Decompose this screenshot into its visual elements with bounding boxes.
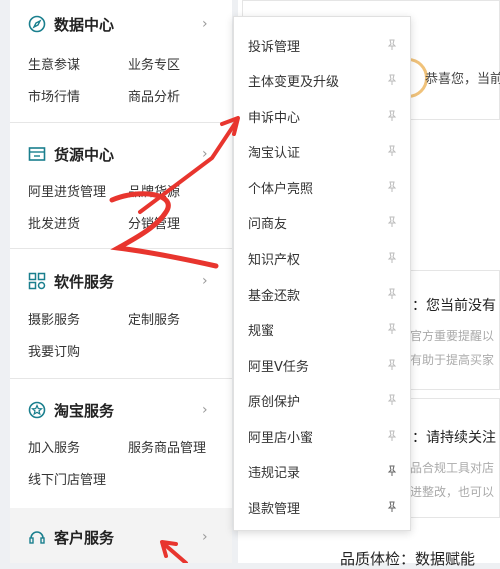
- menu-item-label: 申诉中心: [248, 110, 301, 126]
- pin-icon[interactable]: [386, 110, 398, 122]
- section-title: 软件服务: [54, 272, 115, 291]
- menu-item-original-protection[interactable]: 原创保护: [248, 388, 398, 412]
- link-fenxiao-guanli[interactable]: 分销管理: [128, 213, 180, 232]
- menu-item-appeal-center[interactable]: 申诉中心: [248, 104, 398, 128]
- menu-item-label: 原创保护: [248, 394, 301, 410]
- section-title: 数据中心: [54, 15, 115, 34]
- supply-box-icon: [28, 147, 46, 161]
- notice-text: 有助于提高买家: [410, 353, 495, 367]
- pin-icon[interactable]: [386, 181, 398, 193]
- menu-item-refund-management[interactable]: 退款管理: [248, 495, 398, 519]
- notice-text: 进整改，也可以: [410, 485, 495, 499]
- link-xianxia-mendian-guanli[interactable]: 线下门店管理: [28, 469, 106, 488]
- chevron-right-icon[interactable]: ›: [202, 146, 208, 162]
- menu-item-ask-merchants[interactable]: 问商友: [248, 210, 398, 234]
- grid-apps-icon: [28, 272, 46, 290]
- menu-item-label: 问商友: [248, 216, 288, 232]
- sidebar: 数据中心 › 生意参谋 业务专区 市场行情 商品分析 货源中心 › 阿里进货管理…: [10, 0, 232, 563]
- menu-item-guimi[interactable]: 规蜜: [248, 317, 398, 341]
- pin-icon[interactable]: [386, 145, 398, 157]
- notice-text: 官方重要提醒以: [410, 329, 495, 343]
- chevron-right-icon[interactable]: ›: [202, 16, 208, 32]
- pin-icon[interactable]: [386, 74, 398, 86]
- link-shangpin-fenxi[interactable]: 商品分析: [128, 86, 180, 105]
- menu-item-label: 投诉管理: [248, 39, 301, 55]
- welcome-text: 恭喜您，当前: [425, 72, 500, 87]
- link-shichang-hangqing[interactable]: 市场行情: [28, 86, 80, 105]
- notice-title: ：请持续关注: [412, 430, 496, 446]
- service-dropdown-menu: 投诉管理 主体变更及升级 申诉中心 淘宝认证 个体户亮照 问商友 知识产权 基金…: [233, 16, 411, 531]
- menu-item-label: 规蜜: [248, 323, 275, 339]
- section-title: 客户服务: [54, 528, 115, 547]
- menu-item-ali-xiaomi[interactable]: 阿里店小蜜: [248, 424, 398, 448]
- section-data-center[interactable]: 数据中心: [28, 12, 114, 36]
- pin-icon[interactable]: [386, 216, 398, 228]
- menu-item-label: 主体变更及升级: [248, 74, 340, 90]
- menu-item-label: 退款管理: [248, 501, 301, 517]
- menu-item-label: 个体户亮照: [248, 181, 314, 197]
- notice-text: 品合规工具对店: [410, 461, 495, 475]
- pin-icon[interactable]: [386, 288, 398, 300]
- link-shengyi-canmou[interactable]: 生意参谋: [28, 54, 80, 73]
- chevron-right-icon[interactable]: ›: [202, 402, 208, 418]
- notice-title: ：您当前没有: [412, 298, 496, 314]
- pin-icon[interactable]: [386, 501, 398, 513]
- menu-item-license-display[interactable]: 个体户亮照: [248, 175, 398, 199]
- chevron-right-icon[interactable]: ›: [202, 273, 208, 289]
- pin-icon[interactable]: [386, 465, 398, 477]
- pin-icon[interactable]: [386, 252, 398, 264]
- section-taobao-services[interactable]: 淘宝服务: [28, 398, 114, 422]
- menu-item-entity-change[interactable]: 主体变更及升级: [248, 68, 398, 92]
- link-fuwu-shangpin-guanli[interactable]: 服务商品管理: [128, 437, 206, 456]
- section-supply-center[interactable]: 货源中心: [28, 142, 114, 166]
- headset-icon: [29, 531, 45, 544]
- section-title: 货源中心: [54, 145, 115, 164]
- pin-icon[interactable]: [386, 323, 398, 335]
- menu-item-violation-record[interactable]: 违规记录: [248, 459, 398, 483]
- menu-item-label: 阿里店小蜜: [248, 430, 314, 446]
- menu-item-taobao-certification[interactable]: 淘宝认证: [248, 139, 398, 163]
- menu-item-ali-v-task[interactable]: 阿里V任务: [248, 353, 398, 377]
- link-pinpai-huoyuan[interactable]: 品牌货源: [128, 181, 180, 200]
- menu-item-label: 阿里V任务: [248, 359, 309, 375]
- menu-item-intellectual-property[interactable]: 知识产权: [248, 246, 398, 270]
- link-woyao-dinggou[interactable]: 我要订购: [28, 341, 80, 360]
- divider: [10, 378, 232, 379]
- link-dingzhi-fuwu[interactable]: 定制服务: [128, 309, 180, 328]
- divider: [10, 248, 232, 249]
- chevron-right-icon[interactable]: ›: [202, 529, 208, 545]
- section-title: 淘宝服务: [54, 401, 115, 420]
- section-software-services[interactable]: 软件服务: [28, 269, 114, 293]
- pin-icon[interactable]: [386, 430, 398, 442]
- menu-item-label: 知识产权: [248, 252, 301, 268]
- link-yewu-zhuanqu[interactable]: 业务专区: [128, 54, 180, 73]
- menu-item-fund-repayment[interactable]: 基金还款: [248, 282, 398, 306]
- link-jiaru-fuwu[interactable]: 加入服务: [28, 437, 80, 456]
- menu-item-label: 基金还款: [248, 288, 301, 304]
- section-customer-service[interactable]: 客户服务: [28, 525, 114, 549]
- quality-check-title: 品质体检：数据赋能: [340, 550, 476, 568]
- star-badge-icon: [28, 401, 46, 419]
- data-compass-icon: [28, 15, 46, 33]
- pin-icon[interactable]: [386, 394, 398, 406]
- menu-item-label: 淘宝认证: [248, 145, 301, 161]
- link-sheying-fuwu[interactable]: 摄影服务: [28, 309, 80, 328]
- link-ali-jinhuo-guanli[interactable]: 阿里进货管理: [28, 181, 106, 200]
- divider: [10, 122, 232, 123]
- pin-icon[interactable]: [386, 359, 398, 371]
- link-pifa-jinhuo[interactable]: 批发进货: [28, 213, 80, 232]
- menu-item-complaint[interactable]: 投诉管理: [248, 33, 398, 57]
- pin-icon[interactable]: [386, 39, 398, 51]
- menu-item-label: 违规记录: [248, 465, 301, 481]
